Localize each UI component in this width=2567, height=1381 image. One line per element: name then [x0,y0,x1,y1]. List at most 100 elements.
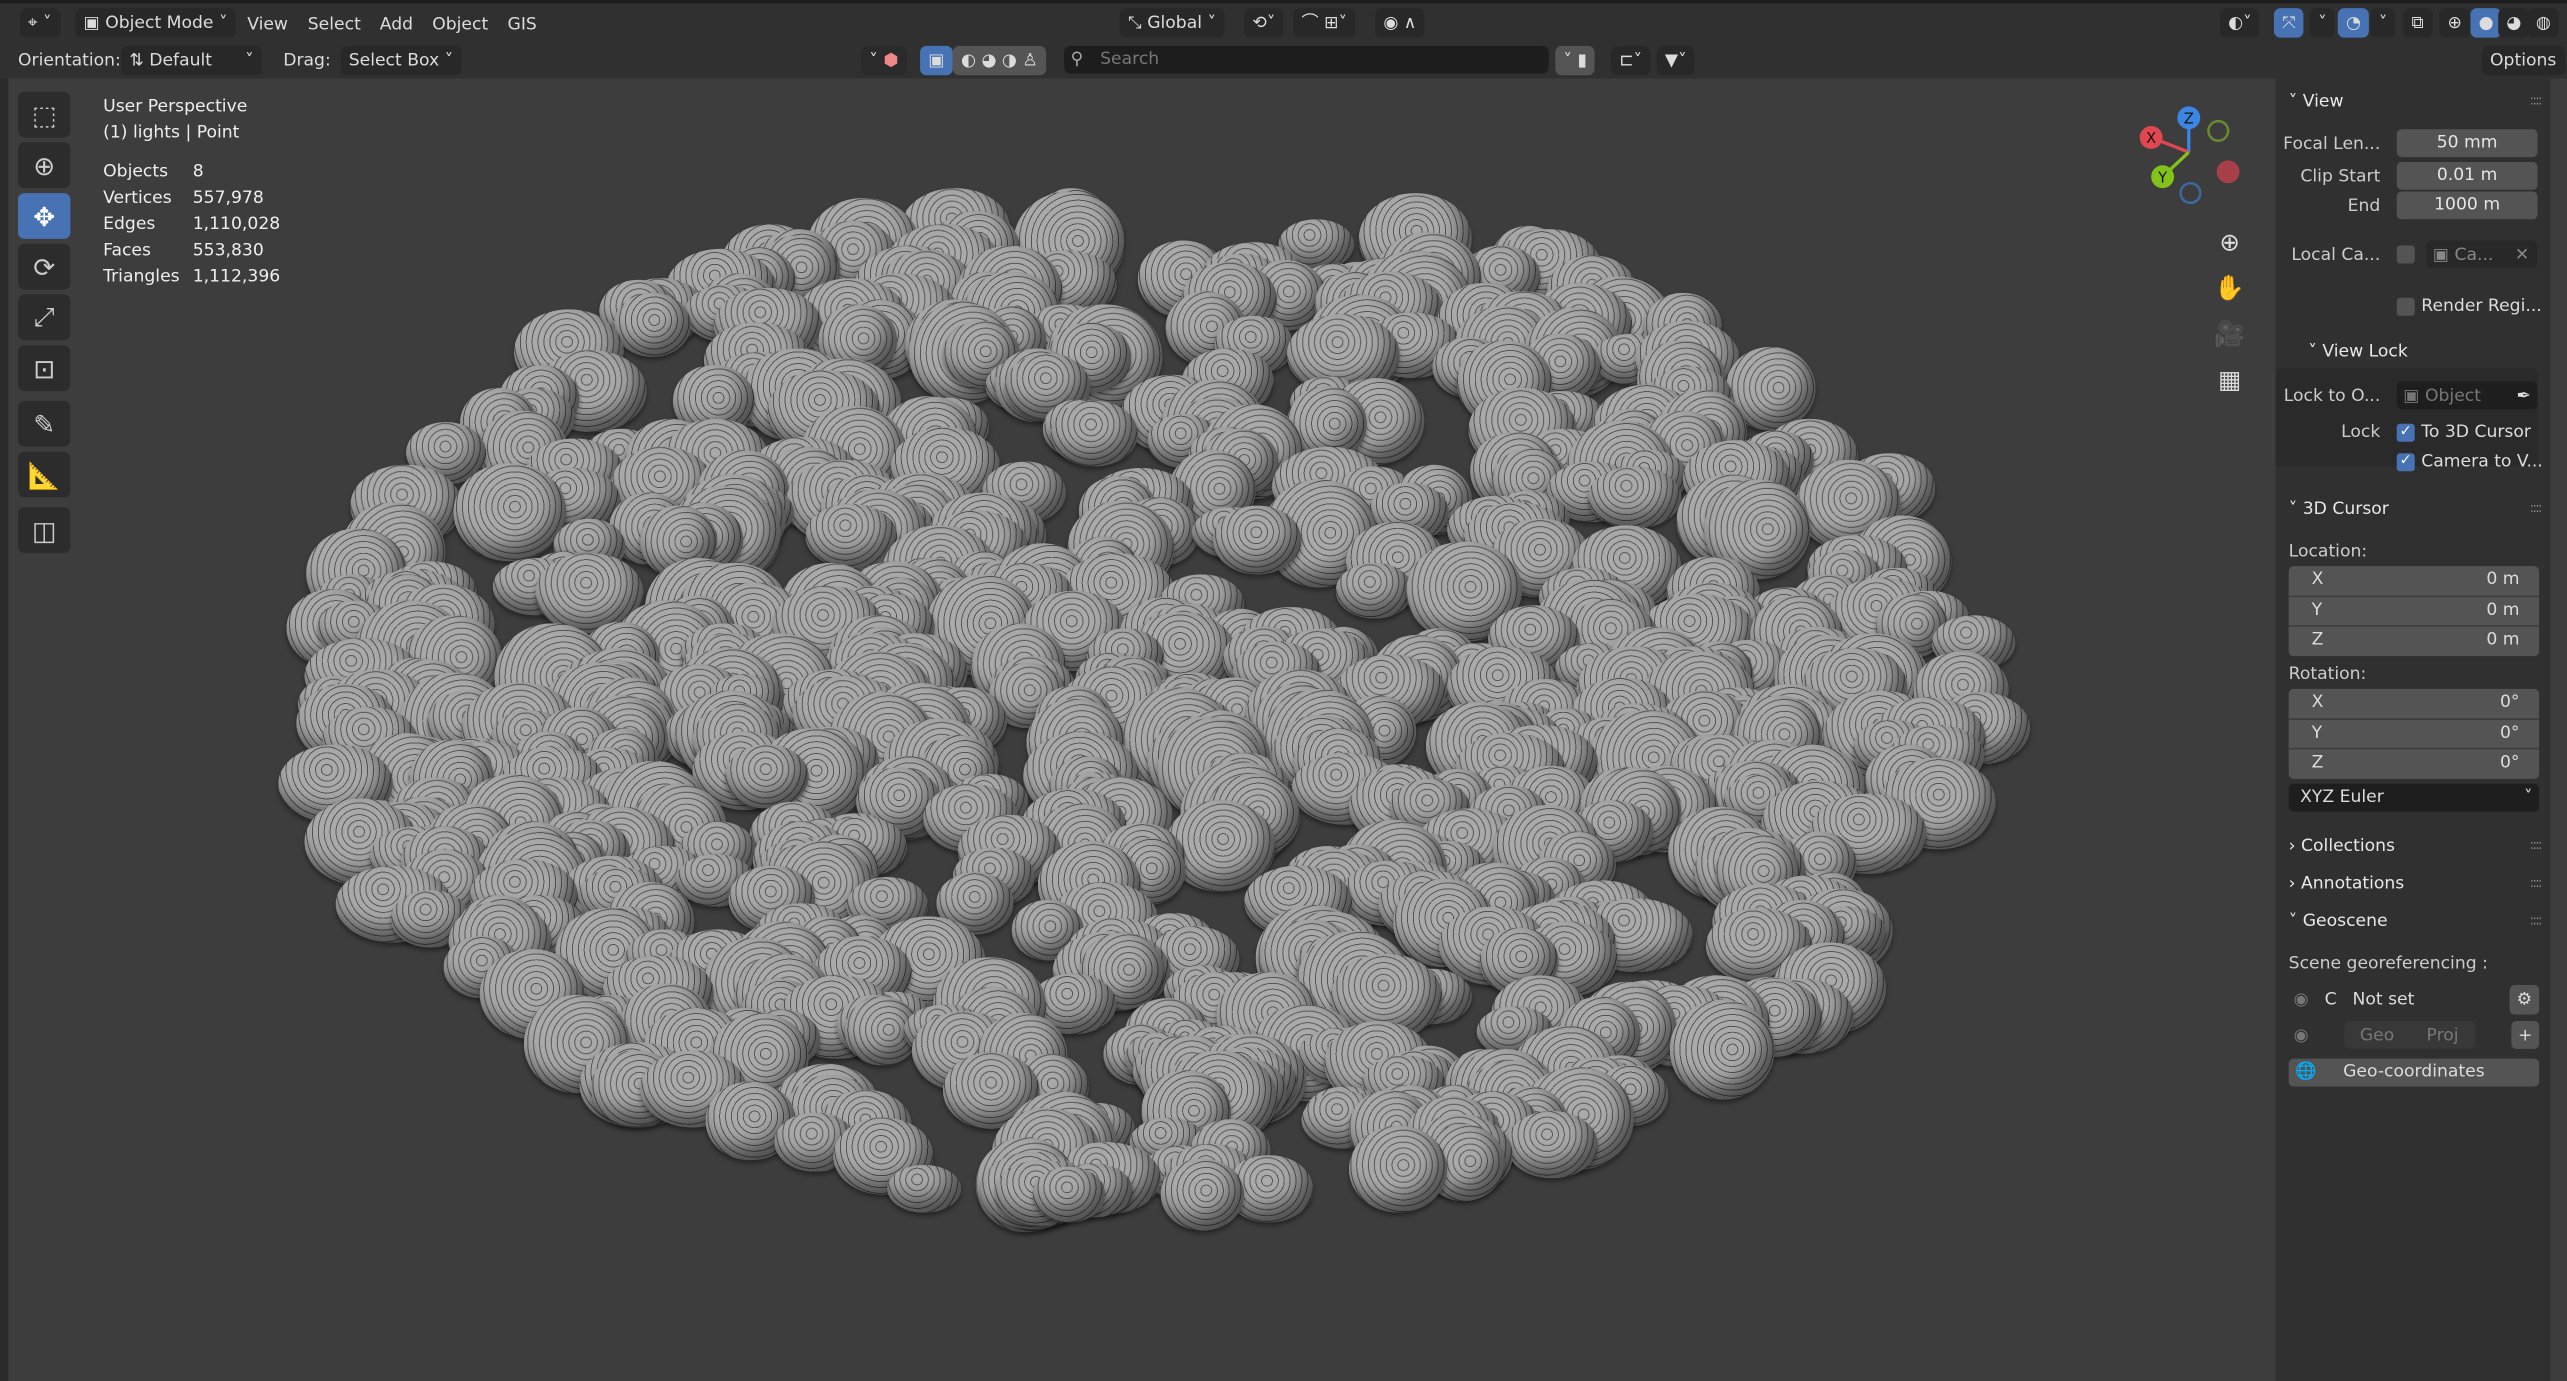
measure-tool[interactable]: 📐 [18,451,71,498]
geo-button[interactable]: Geo [2344,1021,2409,1049]
proportional-edit-button[interactable]: ◉ ∧ [1375,8,1425,38]
geoscene-title: Geoscene [2302,911,2388,932]
menu-view[interactable]: View [247,15,288,35]
gear-icon[interactable]: ⚙ [2509,985,2540,1015]
lock-object-placeholder: Object [2424,386,2481,406]
focal-length-label: Focal Len... [2283,134,2381,154]
render-region-checkbox[interactable] [2396,296,2415,315]
rendered-shading[interactable]: ◍ [2527,8,2560,38]
gizmo-dropdown[interactable]: ˅ [2309,8,2335,38]
editor-type-button[interactable]: ⌖ ˅ [19,8,60,38]
gizmo-y[interactable]: Y [2157,169,2168,186]
lock-object-field[interactable]: ▣ Object ✒ [2396,381,2538,410]
annotations-section-header[interactable]: › Annotations [2289,869,2405,898]
search-input[interactable]: ⚲ Search [1064,45,1549,74]
filter-button[interactable]: ▼˅ [1656,45,1695,76]
menu-select[interactable]: Select [308,15,361,35]
overlay-toggle[interactable]: ◔ [2337,8,2370,38]
menu-gis[interactable]: GIS [508,15,537,35]
view-lock-title: View Lock [2322,341,2408,362]
hemisphere-mesh [1335,563,1413,618]
clip-end-field[interactable]: 1000 m [2396,191,2538,220]
3d-viewport[interactable] [0,78,2276,1381]
wireframe-shading[interactable]: ⊕ [2439,8,2471,38]
move-tool[interactable]: ✥ [18,193,71,239]
hemisphere-mesh [1032,1166,1105,1222]
collections-title: Collections [2301,836,2396,856]
clip-start-field[interactable]: 0.01 m [2396,161,2538,190]
geoscene-section-header[interactable]: ˅ Geoscene [2289,907,2388,936]
solid-shading[interactable]: ● [2470,8,2502,38]
radio-icon[interactable]: ◉ [2294,985,2309,1014]
drag-grip-icon[interactable]: :::: [2530,494,2543,523]
local-camera-field[interactable]: ▣ Ca... ✕ [2426,240,2538,270]
zoom-icon[interactable]: ⊕ [2210,219,2249,265]
hierarchy-button[interactable]: ⊏˅ [1610,45,1651,76]
eyedropper-icon[interactable]: ✒ [2517,381,2531,410]
local-camera-checkbox[interactable] [2396,245,2415,264]
transform-orientation-dropdown[interactable]: ⤡ Global ˅ [1119,8,1225,38]
location-y-field[interactable]: Y 0 m [2288,596,2540,627]
rotation-x-field[interactable]: X 0° [2288,689,2540,720]
to-cursor-checkbox[interactable]: ✓ [2396,422,2415,441]
material-shading[interactable]: ◕ [2498,8,2530,38]
axis-value: 0 m [2486,569,2520,590]
view-lock-header[interactable]: ˅ View Lock [2308,337,2408,366]
scale-tool[interactable]: ⤢ [18,294,71,341]
bookmark-button[interactable]: ˅ ▮ [1555,45,1596,76]
xray-toggle[interactable]: ⧉ [2403,8,2432,38]
proj-button[interactable]: Proj [2410,1021,2475,1049]
viewport-header: ⌖ ˅ ▣ Object Mode ˅ View Select Add Obje… [0,0,2567,43]
add-button[interactable]: + [2511,1021,2540,1049]
rotation-mode-dropdown[interactable]: XYZ Euler ˅ [2288,783,2540,812]
snap-button[interactable]: ⌒ ⊞˅ [1293,8,1356,38]
camera-to-view-checkbox[interactable]: ✓ [2396,452,2415,471]
location-fields: X 0 m Y 0 m Z 0 m [2288,566,2540,656]
stat-value: 1,112,396 [192,266,281,287]
rotate-tool[interactable]: ⟳ [18,243,71,290]
gizmo-x[interactable]: X [2146,130,2156,147]
geo-coordinates-button[interactable]: 🌐 Geo-coordinates [2288,1058,2540,1087]
annotate-tool[interactable]: ✎ [18,400,71,447]
collections-section-header[interactable]: › Collections [2289,831,2395,860]
drag-grip-icon[interactable]: :::: [2530,907,2543,936]
cursor-section-header[interactable]: ˅ 3D Cursor [2289,494,2389,523]
view-section-header[interactable]: ˅ View [2289,87,2344,116]
orientation-dropdown[interactable]: ⇅ Default ˅ [121,45,262,76]
transform-tool[interactable]: ⊡ [18,345,71,392]
options-button[interactable]: Options [2481,45,2565,76]
drag-grip-icon[interactable]: :::: [2530,869,2543,898]
add-cube-tool[interactable]: ◫ [18,507,71,554]
drag-grip-icon[interactable]: :::: [2530,87,2543,116]
cursor-tool[interactable]: ⊕ [18,142,71,189]
select-box-tool[interactable]: ⬚ [18,91,71,138]
drag-dropdown[interactable]: Select Box ˅ [340,45,462,76]
camera-view-icon[interactable]: 🎥 [2210,311,2249,357]
location-z-field[interactable]: Z 0 m [2289,627,2539,656]
menu-object[interactable]: Object [432,15,488,35]
location-x-field[interactable]: X 0 m [2288,566,2540,597]
clear-icon[interactable]: ✕ [2515,241,2529,270]
navigation-gizmo[interactable]: Z X Y [2128,98,2251,213]
gizmo-z[interactable]: Z [2184,111,2194,128]
filter-icons[interactable]: ◐ ◕ ◑ ♙ [952,45,1046,76]
radio-icon[interactable]: ◉ [2294,1021,2309,1050]
drag-grip-icon[interactable]: :::: [2530,831,2543,860]
overlay-dropdown[interactable]: ˅ [2370,8,2396,38]
crs-prefix: C [2324,989,2337,1010]
pan-hand-icon[interactable]: ✋ [2210,265,2249,311]
focal-length-field[interactable]: 50 mm [2396,129,2538,158]
pivot-point-button[interactable]: ⟲˅ [1244,8,1284,38]
menu-add[interactable]: Add [380,15,413,35]
mode-dropdown[interactable]: ▣ Object Mode ˅ [75,8,236,38]
rotation-y-field[interactable]: Y 0° [2288,719,2540,750]
orientation-value: Default [149,50,213,71]
gizmo-toggle[interactable]: ⤧ [2273,8,2305,38]
select-mode-button[interactable]: ▣ [920,45,953,76]
rotation-z-field[interactable]: Z 0° [2289,749,2539,778]
visibility-button[interactable]: ◐˅ [2219,8,2260,38]
perspective-grid-icon[interactable]: ▦ [2210,357,2249,403]
hemisphere-mesh [725,744,809,809]
render-region-label: Render Regi... [2421,296,2542,316]
outliner-filter-chevron[interactable]: ˅ ⬢ [861,45,907,76]
